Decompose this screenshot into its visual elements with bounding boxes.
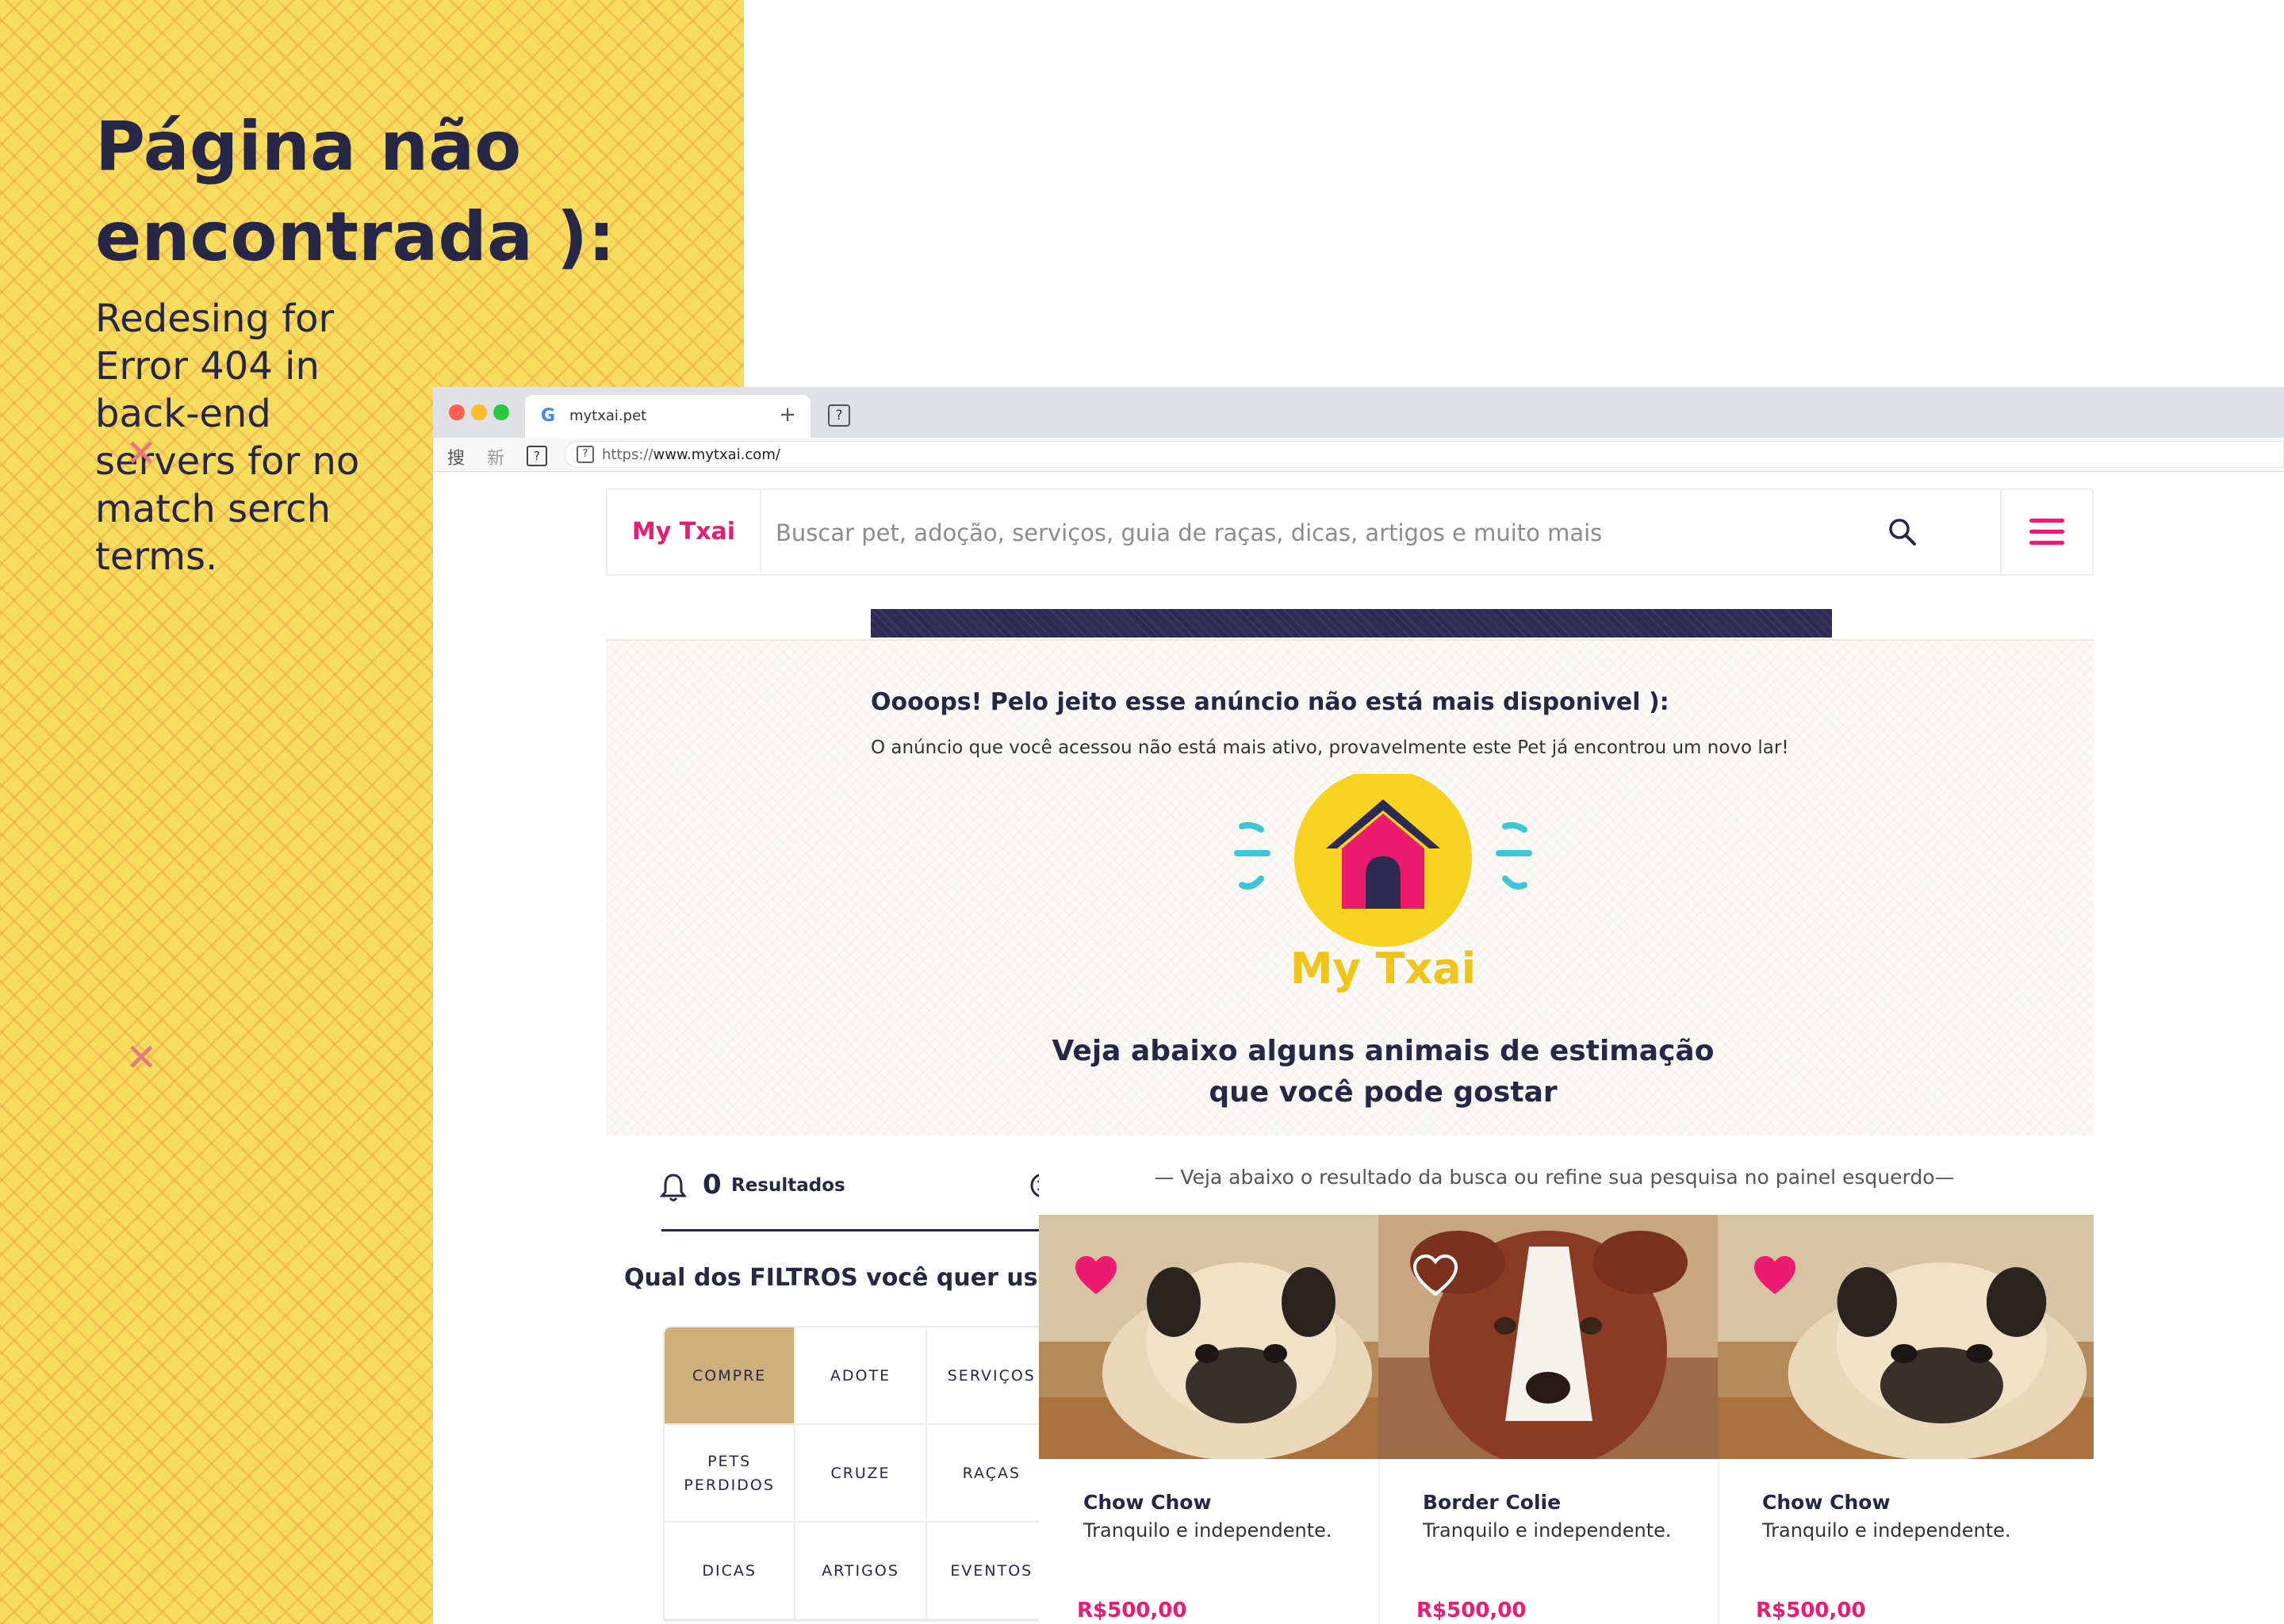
favorite-heart-icon[interactable] — [1074, 1254, 1118, 1296]
filter-pets-perdidos[interactable]: PETS PERDIDOS — [665, 1425, 796, 1522]
pet-card[interactable]: Chow Chow Tranquilo e independente. R$50… — [1039, 1215, 1380, 1624]
suggestion-line-2: que você pode gostar — [1209, 1076, 1558, 1109]
pet-price: R$500,00 — [1416, 1599, 1527, 1622]
pug-photo — [1718, 1215, 2094, 1459]
reader-icon[interactable]: 新 — [487, 444, 504, 469]
pet-card[interactable]: Border Colie Tranquilo e independente. R… — [1378, 1215, 1719, 1624]
filter-compre[interactable]: COMPRE — [665, 1327, 796, 1425]
pet-name[interactable]: Chow Chow — [1083, 1491, 1212, 1514]
new-tab-button[interactable]: + — [779, 403, 796, 427]
suggestion-heading: Veja abaixo alguns animais de estimação … — [923, 1031, 1843, 1113]
bell-icon[interactable] — [660, 1172, 687, 1202]
poster-title: Página não encontrada ): — [95, 107, 615, 277]
filter-grid: COMPRE ADOTE SERVIÇOS PETS PERDIDOS CRUZ… — [663, 1326, 1060, 1622]
pug-photo — [1039, 1215, 1378, 1459]
results-hint: — Veja abaixo o resultado da busca ou re… — [1154, 1166, 1955, 1189]
url-host: www.mytxai.com/ — [653, 446, 780, 463]
brand-name: My Txai — [1290, 944, 1477, 994]
results-label: Resultados — [731, 1175, 845, 1196]
search-button[interactable] — [1861, 490, 1945, 574]
url-field[interactable]: ? https://www.mytxai.com/ — [565, 441, 2284, 468]
results-panel: — Veja abaixo o resultado da busca ou re… — [1039, 1136, 2094, 1624]
tab-title: mytxai.pet — [569, 408, 647, 424]
browser-tab[interactable]: G mytxai.pet + — [525, 395, 811, 438]
sogou-icon[interactable]: 搜 — [447, 444, 465, 469]
pet-card[interactable]: Chow Chow Tranquilo e independente. R$50… — [1718, 1215, 2094, 1624]
site-logo[interactable]: My Txai — [607, 490, 761, 574]
cross-mark-icon: ✕ — [125, 1036, 158, 1080]
pet-photo[interactable] — [1039, 1215, 1378, 1459]
search-input[interactable] — [774, 514, 1808, 552]
hamburger-icon — [2029, 519, 2064, 545]
tab-bar: G mytxai.pet + ? — [433, 387, 2284, 438]
pet-description: Tranquilo e independente. — [1423, 1519, 1672, 1542]
filter-panel: 0 Resultados Qual dos FILTROS você quer … — [606, 1136, 1079, 1624]
help-icon[interactable]: ? — [527, 446, 547, 466]
pet-description: Tranquilo e independente. — [1762, 1519, 2011, 1542]
cross-mark-icon: ✕ — [125, 431, 158, 476]
filters-divider — [661, 1229, 1055, 1231]
filter-cruze[interactable]: CRUZE — [795, 1425, 927, 1522]
google-favicon-icon: G — [541, 406, 556, 426]
pet-name[interactable]: Chow Chow — [1762, 1491, 1891, 1514]
pet-price: R$500,00 — [1077, 1599, 1187, 1622]
pet-name[interactable]: Border Colie — [1423, 1491, 1561, 1514]
favorite-heart-icon[interactable] — [1753, 1254, 1797, 1296]
notice-title: Oooops! Pelo jeito esse anúncio não está… — [871, 688, 1669, 716]
header-stripe — [871, 609, 1832, 638]
minimize-window-button[interactable] — [471, 404, 487, 420]
address-bar: 搜 新 ? ? https://www.mytxai.com/ — [433, 438, 2284, 472]
browser-window: G mytxai.pet + ? 搜 新 ? ? https://www.myt… — [433, 387, 2284, 1624]
url-text: https://www.mytxai.com/ — [602, 446, 780, 463]
border-collie-photo — [1378, 1215, 1718, 1459]
site-info-icon[interactable]: ? — [577, 446, 594, 463]
favorite-heart-icon[interactable] — [1413, 1254, 1458, 1296]
filters-question: Qual dos FILTROS você quer usar? — [624, 1264, 1079, 1292]
filter-dicas[interactable]: DICAS — [665, 1522, 796, 1620]
notice-text: O anúncio que você acessou não está mais… — [871, 737, 1789, 758]
site-header: My Txai — [606, 488, 2094, 576]
pet-price: R$500,00 — [1756, 1599, 1866, 1622]
close-window-button[interactable] — [449, 404, 465, 420]
pet-photo[interactable] — [1718, 1215, 2094, 1459]
search-icon — [1889, 519, 1916, 546]
url-scheme: https:// — [602, 446, 653, 463]
filter-adote[interactable]: ADOTE — [795, 1327, 927, 1425]
menu-button[interactable] — [2000, 490, 2092, 574]
pet-description: Tranquilo e independente. — [1083, 1519, 1332, 1542]
filter-artigos[interactable]: ARTIGOS — [795, 1522, 927, 1620]
help-icon[interactable]: ? — [828, 404, 850, 427]
maximize-window-button[interactable] — [493, 404, 509, 420]
pet-photo[interactable] — [1378, 1215, 1718, 1459]
results-count: 0 — [703, 1169, 722, 1201]
not-found-notice: Oooops! Pelo jeito esse anúncio não está… — [606, 639, 2094, 1139]
suggestion-line-1: Veja abaixo alguns animais de estimação — [1052, 1035, 1715, 1067]
